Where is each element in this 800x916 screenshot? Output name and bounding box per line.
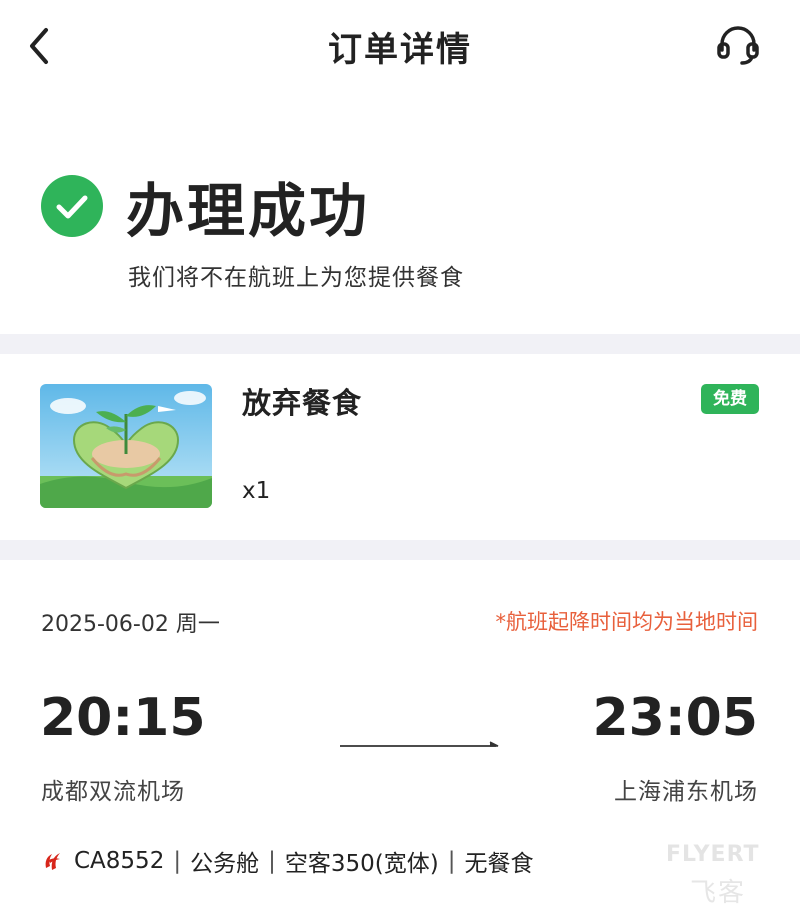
- watermark-brand: FLYERT: [666, 842, 760, 867]
- free-badge: 免费: [701, 384, 759, 414]
- cabin-class: 公务舱: [190, 851, 260, 877]
- meal-service: 无餐食: [464, 851, 534, 877]
- flight-date: 2025-06-02 周一: [41, 612, 220, 637]
- status-section: 办理成功 我们将不在航班上为您提供餐食: [0, 92, 800, 334]
- watermark-brand-cn: 飞客: [690, 878, 747, 908]
- arrival-time: 23:05: [592, 688, 758, 748]
- watermark: FLYERT 飞客: [666, 842, 790, 908]
- section-divider: [0, 334, 800, 354]
- section-divider: [0, 540, 800, 560]
- headset-icon: [717, 26, 759, 65]
- flight-details: CA8552 | 公务舱 | 空客350(宽体) | 无餐食: [40, 846, 534, 877]
- page-title: 订单详情: [328, 30, 472, 70]
- status-title: 办理成功: [126, 177, 371, 245]
- separator: |: [447, 848, 456, 874]
- meal-name: 放弃餐食: [242, 386, 363, 420]
- customer-service-button[interactable]: [714, 24, 762, 68]
- local-time-note: *航班起降时间均为当地时间: [495, 610, 759, 634]
- route-arrow-icon: [340, 741, 499, 747]
- departure-airport: 成都双流机场: [41, 779, 185, 805]
- meal-image: [40, 384, 212, 508]
- air-china-logo-icon: [45, 853, 60, 870]
- status-description: 我们将不在航班上为您提供餐食: [128, 265, 464, 291]
- check-circle-icon: [41, 175, 103, 237]
- navigation-bar: 订单详情: [0, 0, 800, 92]
- departure-time: 20:15: [40, 688, 206, 748]
- arrival-airport: 上海浦东机场: [614, 779, 758, 805]
- meal-quantity: x1: [242, 478, 271, 504]
- flight-number: CA8552: [74, 848, 165, 874]
- separator: |: [173, 848, 182, 874]
- aircraft-type: 空客350(宽体): [284, 851, 439, 877]
- meal-card: 放弃餐食 免费 x1: [0, 354, 800, 540]
- separator: |: [268, 848, 276, 874]
